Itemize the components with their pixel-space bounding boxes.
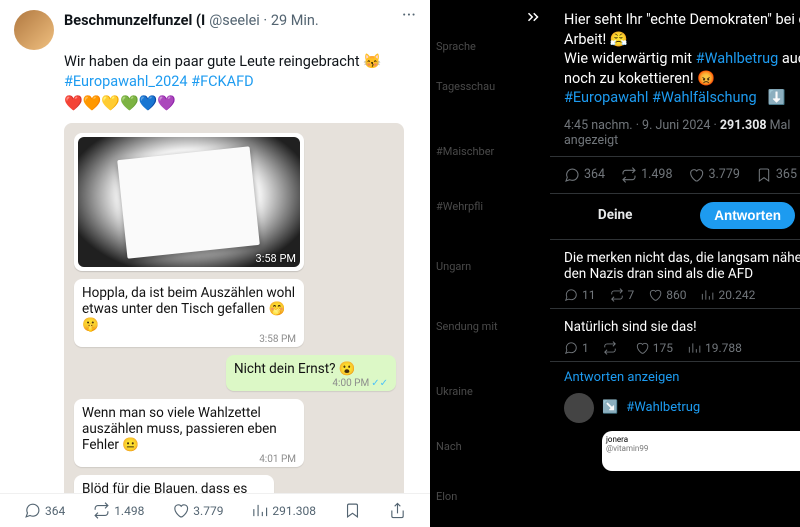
- like-button[interactable]: 3.779: [688, 167, 739, 183]
- chevron-right-icon[interactable]: [524, 8, 542, 30]
- retweet-button[interactable]: 1.498: [93, 502, 144, 519]
- tweet-meta[interactable]: 4:45 nachm. · 9. Juni 2024 · 291.308 Mal…: [564, 118, 800, 148]
- reply-button[interactable]: 364: [24, 502, 65, 519]
- hashtag-link[interactable]: #Wahlbetrug: [696, 50, 779, 67]
- hashtag-link[interactable]: #Wahlfälschung: [652, 89, 757, 106]
- avatar: [564, 393, 594, 423]
- tweet-text: Wir haben da ein paar gute Leute reingeb…: [64, 52, 416, 72]
- chat-photo-bubble: 3:58 PM: [74, 133, 304, 271]
- more-icon[interactable]: ···: [402, 10, 416, 22]
- photo-timestamp: 3:58 PM: [256, 252, 296, 265]
- hashtag-link[interactable]: #Europawahl: [564, 89, 648, 106]
- reply-button[interactable]: 364: [564, 167, 605, 183]
- show-more-replies[interactable]: Antworten anzeigen: [550, 362, 800, 385]
- main-tweet: Hier seht Ihr "echte Demokraten" bei der…: [550, 0, 800, 156]
- like-button[interactable]: 3.779: [172, 502, 223, 519]
- chat-msg-in: Hoppla, da ist beim Auszählen wohl etwas…: [74, 279, 304, 347]
- quote-tweet-card[interactable]: ↘️ #Wahlbetrug: [550, 385, 800, 431]
- share-button[interactable]: [389, 502, 406, 519]
- emoji-row: ❤️🧡💛💚💙💜: [64, 93, 416, 113]
- bookmark-button[interactable]: [344, 502, 361, 519]
- chat-msg-out: Nicht dein Ernst? 😮 4:00 PM✓✓: [226, 355, 396, 391]
- stats-bar: 364 1.498 3.779 365: [550, 156, 800, 194]
- author-handle[interactable]: @seelei · 29 Min.: [209, 12, 319, 29]
- action-bar: 364 1.498 3.779 291.308: [0, 493, 430, 527]
- trends-column: Sprache Tagesschau #Maischber #Wehrpfli …: [430, 0, 550, 527]
- hashtag-link[interactable]: #Europawahl_2024: [64, 73, 188, 90]
- attached-image[interactable]: 3:58 PM Hoppla, da ist beim Auszählen wo…: [64, 123, 404, 503]
- author-name[interactable]: Beschmunzelfunzel (I: [64, 12, 205, 29]
- chat-msg-in: Wenn man so viele Wahlzettel auszählen m…: [74, 399, 304, 467]
- views-button[interactable]: 291.308: [251, 502, 316, 519]
- avatar[interactable]: [14, 10, 54, 50]
- hashtag-link[interactable]: #FCKAFD: [191, 73, 253, 90]
- retweet-button[interactable]: 1.498: [621, 167, 672, 183]
- bookmark-button[interactable]: 365: [756, 167, 797, 183]
- reply-item[interactable]: Die merken nicht das, die langsam näher …: [550, 240, 800, 309]
- reply-button[interactable]: Antworten: [700, 202, 795, 229]
- reply-item[interactable]: Natürlich sind sie das! 1 175 19.788: [550, 309, 800, 362]
- quoted-tweet: Beschmunzelfunzel (I @seelei · 29 Min. ·…: [0, 0, 430, 507]
- hashtag-link[interactable]: #Wahlbetrug: [626, 400, 700, 415]
- tab-mine[interactable]: Deine: [598, 207, 633, 223]
